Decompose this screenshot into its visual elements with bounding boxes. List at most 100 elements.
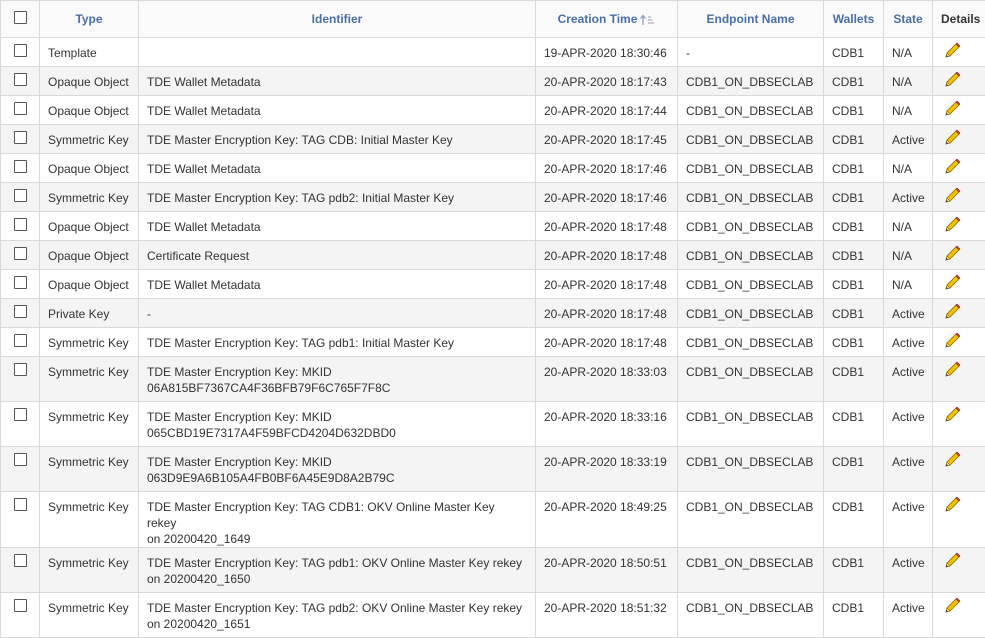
column-header-endpoint-name[interactable]: Endpoint Name — [678, 1, 824, 38]
identifier-line-1: TDE Wallet Metadata — [147, 161, 527, 177]
details-cell[interactable] — [933, 183, 985, 212]
row-select-cell[interactable] — [1, 492, 40, 548]
pencil-edit-icon[interactable] — [943, 274, 961, 292]
details-cell[interactable] — [933, 125, 985, 154]
creation-time-cell: 20-APR-2020 18:17:45 — [536, 125, 678, 154]
details-cell[interactable] — [933, 402, 985, 447]
row-checkbox[interactable] — [14, 453, 27, 466]
pencil-edit-icon[interactable] — [943, 158, 961, 176]
row-checkbox[interactable] — [14, 218, 27, 231]
wallets-cell: CDB1 — [824, 183, 884, 212]
pencil-edit-icon[interactable] — [943, 332, 961, 350]
row-select-cell[interactable] — [1, 328, 40, 357]
pencil-edit-icon[interactable] — [943, 597, 961, 615]
pencil-edit-icon[interactable] — [943, 361, 961, 379]
pencil-edit-icon[interactable] — [943, 100, 961, 118]
row-checkbox[interactable] — [14, 554, 27, 567]
identifier-line-1: TDE Master Encryption Key: MKID — [147, 364, 527, 380]
row-checkbox[interactable] — [14, 131, 27, 144]
pencil-edit-icon[interactable] — [943, 406, 961, 424]
pencil-edit-icon[interactable] — [943, 245, 961, 263]
pencil-edit-icon[interactable] — [943, 451, 961, 469]
details-cell[interactable] — [933, 154, 985, 183]
row-checkbox[interactable] — [14, 276, 27, 289]
row-select-cell[interactable] — [1, 447, 40, 492]
sort-ascending-icon[interactable] — [639, 14, 655, 26]
row-checkbox[interactable] — [14, 247, 27, 260]
row-checkbox[interactable] — [14, 73, 27, 86]
wallets-cell: CDB1 — [824, 96, 884, 125]
row-select-cell[interactable] — [1, 96, 40, 125]
identifier-cell: - — [139, 299, 536, 328]
row-checkbox[interactable] — [14, 498, 27, 511]
row-select-cell[interactable] — [1, 38, 40, 67]
state-cell: Active — [884, 328, 933, 357]
row-checkbox[interactable] — [14, 408, 27, 421]
details-cell[interactable] — [933, 299, 985, 328]
table-row: Symmetric KeyTDE Master Encryption Key: … — [1, 402, 985, 447]
details-cell[interactable] — [933, 328, 985, 357]
column-header-wallets[interactable]: Wallets — [824, 1, 884, 38]
details-cell[interactable] — [933, 212, 985, 241]
table-row: Symmetric KeyTDE Master Encryption Key: … — [1, 125, 985, 154]
details-cell[interactable] — [933, 593, 985, 638]
row-checkbox[interactable] — [14, 305, 27, 318]
row-select-cell[interactable] — [1, 154, 40, 183]
row-select-cell[interactable] — [1, 402, 40, 447]
identifier-line-1: TDE Wallet Metadata — [147, 74, 527, 90]
details-cell[interactable] — [933, 492, 985, 548]
row-select-cell[interactable] — [1, 270, 40, 299]
column-header-identifier[interactable]: Identifier — [139, 1, 536, 38]
row-select-cell[interactable] — [1, 67, 40, 96]
row-checkbox[interactable] — [14, 189, 27, 202]
header-row: Type Identifier Creation Time Endpoint N… — [1, 1, 985, 38]
row-checkbox[interactable] — [14, 44, 27, 57]
creation-time-cell: 20-APR-2020 18:17:46 — [536, 183, 678, 212]
column-header-creation-time[interactable]: Creation Time — [536, 1, 678, 38]
row-select-cell[interactable] — [1, 548, 40, 593]
pencil-edit-icon[interactable] — [943, 42, 961, 60]
row-select-cell[interactable] — [1, 183, 40, 212]
row-checkbox[interactable] — [14, 160, 27, 173]
row-checkbox[interactable] — [14, 599, 27, 612]
row-checkbox[interactable] — [14, 102, 27, 115]
creation-time-cell: 20-APR-2020 18:33:03 — [536, 357, 678, 402]
row-select-cell[interactable] — [1, 125, 40, 154]
column-details-label: Details — [941, 12, 980, 26]
details-cell[interactable] — [933, 270, 985, 299]
row-checkbox[interactable] — [14, 334, 27, 347]
table-row: Opaque ObjectTDE Wallet Metadata20-APR-2… — [1, 67, 985, 96]
row-select-cell[interactable] — [1, 299, 40, 328]
row-select-cell[interactable] — [1, 241, 40, 270]
pencil-edit-icon[interactable] — [943, 187, 961, 205]
details-cell[interactable] — [933, 241, 985, 270]
details-cell[interactable] — [933, 548, 985, 593]
row-select-cell[interactable] — [1, 593, 40, 638]
pencil-edit-icon[interactable] — [943, 552, 961, 570]
column-header-state[interactable]: State — [884, 1, 933, 38]
column-header-type[interactable]: Type — [40, 1, 139, 38]
details-cell[interactable] — [933, 38, 985, 67]
row-checkbox[interactable] — [14, 363, 27, 376]
wallets-cell: CDB1 — [824, 299, 884, 328]
details-cell[interactable] — [933, 447, 985, 492]
details-cell[interactable] — [933, 357, 985, 402]
details-cell[interactable] — [933, 96, 985, 125]
identifier-cell: TDE Wallet Metadata — [139, 270, 536, 299]
pencil-edit-icon[interactable] — [943, 129, 961, 147]
pencil-edit-icon[interactable] — [943, 71, 961, 89]
identifier-line-1: TDE Wallet Metadata — [147, 219, 527, 235]
row-select-cell[interactable] — [1, 212, 40, 241]
state-cell: Active — [884, 402, 933, 447]
wallets-cell: CDB1 — [824, 270, 884, 299]
state-cell: Active — [884, 593, 933, 638]
pencil-edit-icon[interactable] — [943, 496, 961, 514]
endpoint-name-cell: CDB1_ON_DBSECLAB — [678, 212, 824, 241]
endpoint-name-cell: CDB1_ON_DBSECLAB — [678, 548, 824, 593]
row-select-cell[interactable] — [1, 357, 40, 402]
pencil-edit-icon[interactable] — [943, 303, 961, 321]
details-cell[interactable] — [933, 67, 985, 96]
select-all-checkbox-header[interactable] — [1, 1, 40, 38]
select-all-checkbox[interactable] — [14, 11, 27, 24]
pencil-edit-icon[interactable] — [943, 216, 961, 234]
